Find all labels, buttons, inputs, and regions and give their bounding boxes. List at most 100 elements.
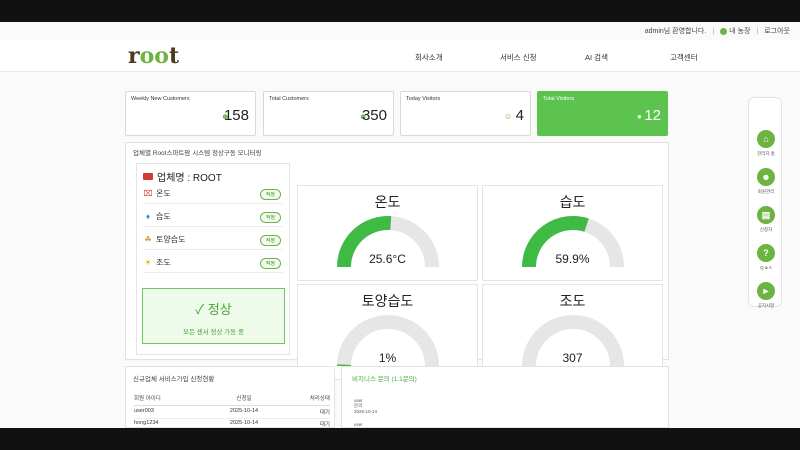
nav-service-apply[interactable]: 서비스 신청 xyxy=(500,52,585,63)
gauge-temperature: 온도 25.6°C xyxy=(297,185,478,281)
stat-today-visitors: Today Visitors ☺ 4 xyxy=(400,91,531,136)
sensor-row-illuminance: ☀ 조도 적정 xyxy=(143,253,283,273)
clipboard-icon: ▤ xyxy=(757,206,775,224)
app-frame: admin님 환영합니다. | 내 농장 | 로그아웃 root 회사소개 서비… xyxy=(0,22,800,428)
quick-admin-home[interactable]: ⌂ 관리자 홈 xyxy=(749,130,783,157)
table-row[interactable]: hong1234 2025-10-14 대기 xyxy=(134,418,330,428)
stat-label: Today Visitors xyxy=(406,96,441,102)
overall-status-title: ✓ 정상 xyxy=(195,302,232,317)
column-header: 회원 아이디 xyxy=(134,396,161,402)
droplet-icon: ♦ xyxy=(145,212,151,221)
cell-status: 대기 xyxy=(319,422,330,428)
status-badge: 적정 xyxy=(259,235,281,246)
quick-label: Q & A xyxy=(760,265,772,270)
cell-user-id: user003 xyxy=(134,408,154,414)
nav-ai-search[interactable]: AI 검색 xyxy=(585,52,670,63)
truck-icon xyxy=(143,173,153,180)
inquiry-item[interactable]: user xyxy=(354,422,363,427)
site-header: root 회사소개 서비스 신청 AI 검색 고객센터 xyxy=(0,40,800,72)
overall-status-box: ✓ 정상 모든 센서 정상 가동 중 xyxy=(142,288,285,344)
megaphone-icon: ► xyxy=(757,282,775,300)
sensor-name: 온도 xyxy=(156,189,171,198)
quick-qna[interactable]: ? Q & A xyxy=(749,244,783,270)
gauge-title: 습도 xyxy=(559,194,586,210)
divider: | xyxy=(756,27,759,35)
table-header: 회원 아이디 신청일 처리상태 xyxy=(134,394,330,406)
status-badge: 적정 xyxy=(259,258,281,269)
sensor-row-humidity: ♦ 습도 적정 xyxy=(143,207,283,227)
quick-label: 신청자 xyxy=(759,227,773,232)
sensor-row-temperature: ⌧ 온도 적정 xyxy=(143,184,283,204)
gauge-value: 25.6°C xyxy=(369,252,406,266)
signup-status-panel: 신규업체 서비스가입 신청현황 회원 아이디 신청일 처리상태 user003 … xyxy=(125,366,335,428)
quick-label: 공지사항 xyxy=(757,303,775,308)
gauge-value: 1% xyxy=(378,351,397,365)
sensor-name: 조도 xyxy=(156,258,171,267)
panel-title: 신규업체 서비스가입 신청현황 xyxy=(133,376,215,383)
thermometer-icon: ⌧ xyxy=(143,189,153,198)
sun-icon: ☀ xyxy=(144,258,152,267)
quick-label: 회원관리 xyxy=(757,189,775,194)
cell-user-id: hong1234 xyxy=(134,420,159,426)
my-farm-link[interactable]: 내 농장 xyxy=(720,26,750,36)
sensor-name: 토양습도 xyxy=(156,235,186,244)
gauge-title: 조도 xyxy=(559,293,586,309)
plant-icon: ☘ xyxy=(144,235,152,244)
home-icon: ⌂ xyxy=(757,130,775,148)
logo-letter: t xyxy=(168,43,180,69)
stat-label: Weekly New Customers xyxy=(131,96,190,102)
monitoring-panel: 업체별 Root스마트팜 시스템 정상구동 모니터링 업체명 : ROOT ⌧ … xyxy=(125,142,669,380)
cell-status: 대기 xyxy=(319,410,330,416)
farm-name: 업체명 : ROOT xyxy=(143,169,222,184)
divider: | xyxy=(712,27,715,35)
quick-member-management[interactable]: ☻ 회원관리 xyxy=(749,168,783,195)
column-header: 처리상태 xyxy=(309,396,330,402)
sensor-row-soil-moisture: ☘ 토양습도 적정 xyxy=(143,230,283,250)
stat-label: Total Visitors xyxy=(543,96,575,102)
gauge-title: 온도 xyxy=(374,194,401,210)
person-icon: ☻ xyxy=(757,168,775,186)
logo[interactable]: root xyxy=(128,43,179,69)
stat-total-visitors: Total Visitors ● 12 xyxy=(537,91,668,136)
user-circle-icon: ☺ xyxy=(504,112,513,121)
quick-applicants[interactable]: ▤ 신청자 xyxy=(749,206,783,233)
stat-total-customers: Total Customers ☻ 350 xyxy=(263,91,394,136)
logout-link[interactable]: 로그아웃 xyxy=(764,26,790,36)
utility-bar: admin님 환영합니다. | 내 농장 | 로그아웃 xyxy=(645,26,790,36)
gauge-value: 59.9% xyxy=(555,252,590,266)
stat-weekly-new-customers: Weekly New Customers ☻ 158 xyxy=(125,91,256,136)
sensor-status-card: 업체명 : ROOT ⌧ 온도 적정 ♦ 습도 적정 ☘ 토양습도 적정 ☀ 조… xyxy=(136,163,290,355)
business-inquiry-panel: 비지니스 문의 (1:1문의) user 문의 2025-10-14 user xyxy=(341,366,669,428)
inquiry-item[interactable]: user 문의 2025-10-14 xyxy=(354,398,377,414)
sensor-name: 습도 xyxy=(156,212,171,221)
status-badge: 적정 xyxy=(259,189,281,200)
logo-letters: oo xyxy=(139,43,169,69)
inquiry-date: 2025-10-14 xyxy=(354,409,378,414)
gauge-value: 307 xyxy=(562,351,583,365)
panel-title: 비지니스 문의 (1:1문의) xyxy=(352,376,417,383)
inquiry-user: user xyxy=(354,422,363,427)
gauge-humidity: 습도 59.9% xyxy=(482,185,663,281)
welcome-text: admin님 환영합니다. xyxy=(644,28,707,35)
logo-letter: r xyxy=(128,43,140,69)
cell-date: 2025-10-14 xyxy=(229,420,259,426)
quick-notice[interactable]: ► 공지사항 xyxy=(749,282,783,309)
nav-about[interactable]: 회사소개 xyxy=(415,52,500,63)
main-nav: 회사소개 서비스 신청 AI 검색 고객센터 xyxy=(415,52,755,63)
question-icon: ? xyxy=(757,244,775,262)
overall-status-subtitle: 모든 센서 정상 가동 중 xyxy=(182,329,245,336)
nav-customer-center[interactable]: 고객센터 xyxy=(670,52,755,63)
column-header: 신청일 xyxy=(236,396,252,402)
stat-value: 12 xyxy=(644,107,661,124)
farm-icon xyxy=(720,27,728,35)
quick-label: 관리자 홈 xyxy=(757,151,775,156)
stat-value: 350 xyxy=(361,107,387,124)
stat-value: 158 xyxy=(223,107,249,124)
my-farm-label: 내 농장 xyxy=(729,28,751,35)
stat-value: 4 xyxy=(515,107,524,124)
panel-title: 업체별 Root스마트팜 시스템 정상구동 모니터링 xyxy=(133,150,262,157)
gauge-title: 토양습도 xyxy=(361,293,414,309)
cell-date: 2025-10-14 xyxy=(229,408,259,414)
farm-label: 업체명 : ROOT xyxy=(157,173,222,184)
stat-label: Total Customers xyxy=(269,96,309,102)
